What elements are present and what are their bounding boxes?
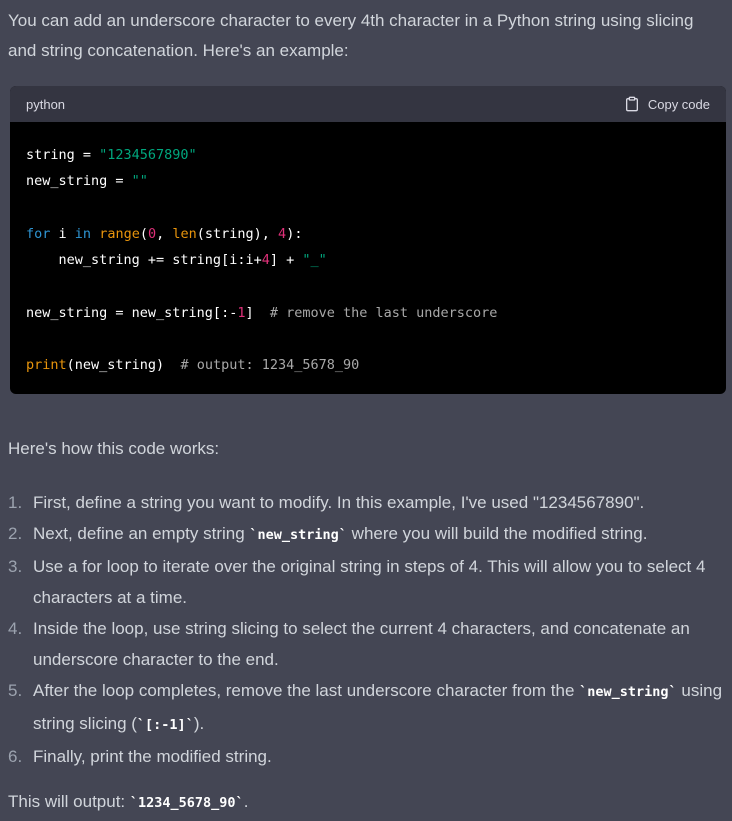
step-item: 3. Use a for loop to iterate over the ori… xyxy=(8,551,724,613)
step-item: 2. Next, define an empty string `new_stri… xyxy=(8,518,724,551)
code-line: new_string = "" xyxy=(26,173,148,190)
code-line: new_string += string[i:i+4] + "_" xyxy=(26,252,327,269)
step-text: ). xyxy=(193,714,205,733)
output-punctuation: . xyxy=(243,792,249,811)
intro-paragraph: You can add an underscore character to e… xyxy=(8,11,694,60)
step-item: 6. Finally, print the modified string. xyxy=(8,741,724,772)
step-number: 5. xyxy=(8,681,23,700)
assistant-message: You can add an underscore character to e… xyxy=(8,6,724,66)
code-block: python Copy code string = "1234567890" ne… xyxy=(10,86,726,394)
step-item: 5. After the loop completes, remove the l… xyxy=(8,675,724,741)
step-number: 4. xyxy=(8,619,23,638)
step-number: 3. xyxy=(8,557,23,576)
code-line: string = "1234567890" xyxy=(26,147,197,163)
copy-code-label: Copy code xyxy=(647,96,710,112)
code-line: ​ xyxy=(26,326,710,352)
step-number: 2. xyxy=(8,524,23,543)
code-line: new_string = new_string[:-1] # remove th… xyxy=(26,304,498,321)
step-inline-code: `new_string` xyxy=(249,527,347,543)
step-text: Use a for loop to iterate over the origi… xyxy=(33,557,706,607)
code-line: ​ xyxy=(26,195,710,221)
step-item: 1. First, define a string you want to mod… xyxy=(8,487,724,518)
step-text: Next, define an empty string xyxy=(33,524,250,543)
code-line: for i in range(0, len(string), 4): xyxy=(26,225,303,242)
step-text: After the loop completes, remove the las… xyxy=(33,681,580,700)
steps-list: 1. First, define a string you want to mod… xyxy=(8,487,724,772)
step-text: First, define a string you want to modif… xyxy=(33,493,645,512)
code-line: ​ xyxy=(26,273,710,299)
step-text: Finally, print the modified string. xyxy=(33,747,272,766)
step-item: 4. Inside the loop, use string slicing to… xyxy=(8,613,724,675)
step-inline-code: `[:-1]` xyxy=(136,717,194,733)
output-inline-code: `1234_5678_90` xyxy=(129,795,244,811)
output-text: This will output: xyxy=(8,792,130,811)
step-inline-code: `new_string` xyxy=(579,684,677,700)
code-language-label: python xyxy=(26,96,66,112)
output-paragraph: This will output: `1234_5678_90`. xyxy=(8,787,248,818)
explanation-heading: Here's how this code works: xyxy=(8,439,220,458)
code-line: print(new_string) # output: 1234_5678_90 xyxy=(26,357,360,374)
step-number: 1. xyxy=(8,493,23,512)
code-block-header: python Copy code xyxy=(10,86,726,122)
copy-code-button[interactable]: Copy code xyxy=(624,96,710,112)
code-content: string = "1234567890" new_string = "" ​ for… xyxy=(10,122,726,394)
step-text: where you will build the modified string… xyxy=(346,524,648,543)
step-number: 6. xyxy=(8,747,23,766)
clipboard-icon xyxy=(625,96,638,112)
step-text: Inside the loop, use string slicing to s… xyxy=(33,619,690,669)
